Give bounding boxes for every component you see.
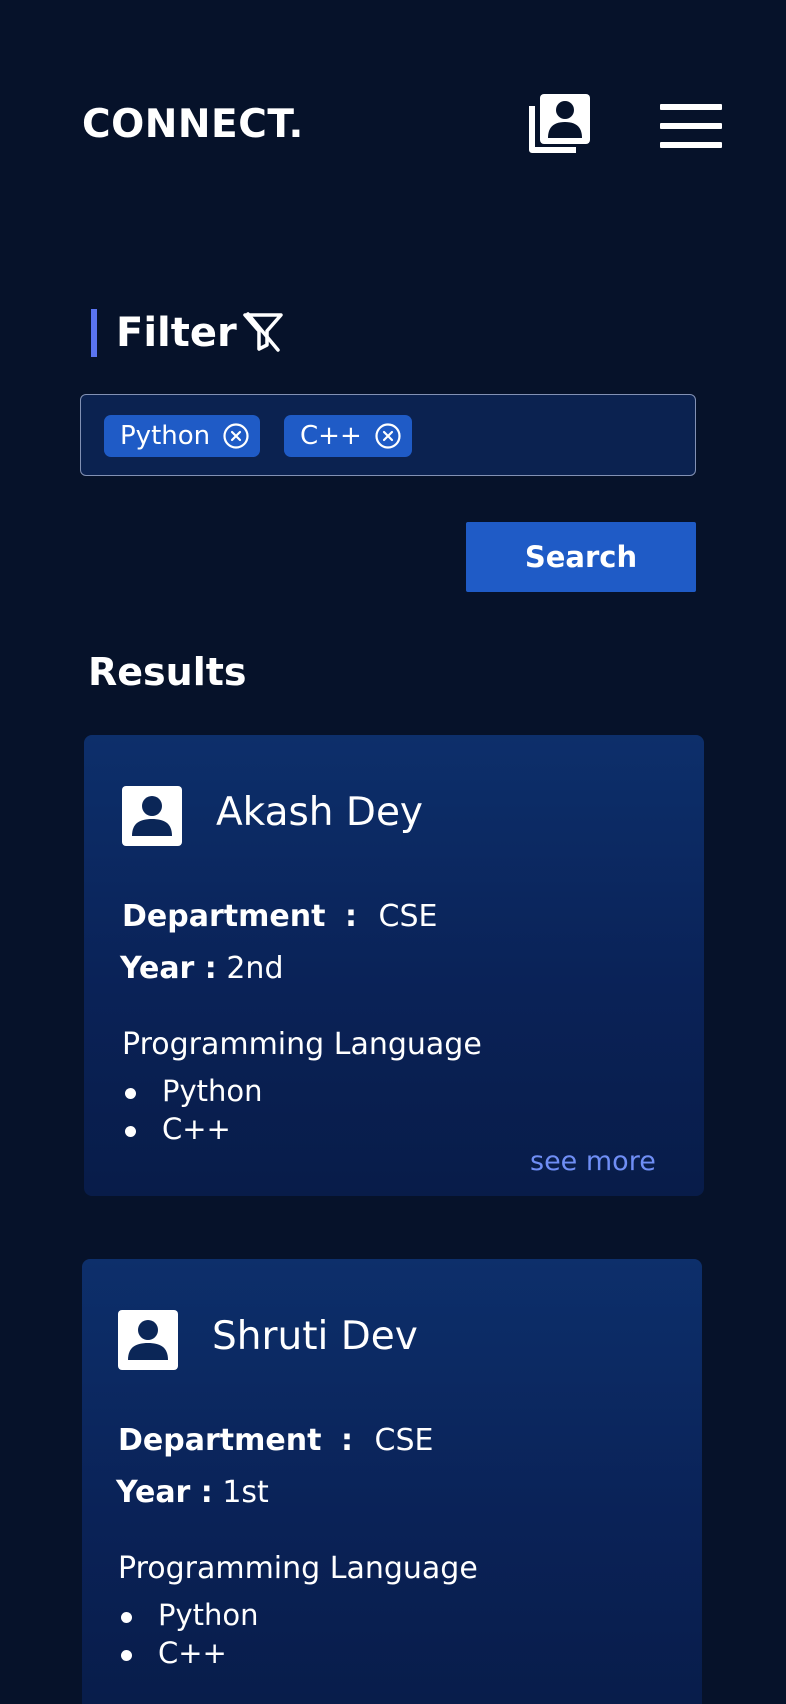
languages-heading: Programming Language xyxy=(118,1551,478,1586)
chip-label: C++ xyxy=(300,421,362,451)
year-label: Year : xyxy=(116,1475,213,1510)
department-row: Department : CSE xyxy=(118,1423,433,1458)
department-label: Department xyxy=(122,899,326,934)
page: CONNECT. Filter Python C++ Search Result… xyxy=(0,0,786,1704)
hamburger-menu-button[interactable] xyxy=(660,104,722,148)
user-avatar-icon xyxy=(118,1310,178,1370)
language-item: Python xyxy=(120,1072,263,1110)
results-title: Results xyxy=(88,650,247,694)
result-card[interactable]: Shruti Dev Department : CSE Year : 1st P… xyxy=(82,1259,702,1704)
department-row: Department : CSE xyxy=(122,899,437,934)
result-card[interactable]: Akash Dey Department : CSE Year : 2nd Pr… xyxy=(84,735,704,1196)
filter-title: Filter xyxy=(116,310,237,356)
year-row: Year : 1st xyxy=(116,1475,269,1510)
department-separator: : xyxy=(340,1423,353,1458)
close-circle-icon[interactable] xyxy=(222,422,250,450)
student-name: Akash Dey xyxy=(216,790,424,835)
department-value: CSE xyxy=(374,1423,434,1458)
filter-accent-bar xyxy=(91,309,97,357)
search-button[interactable]: Search xyxy=(466,522,696,592)
department-label: Department xyxy=(118,1423,322,1458)
user-avatar-icon xyxy=(122,786,182,846)
menu-line xyxy=(660,123,722,129)
language-item: C++ xyxy=(120,1110,263,1148)
languages-heading: Programming Language xyxy=(122,1027,482,1062)
chip-label: Python xyxy=(120,421,211,451)
close-circle-icon[interactable] xyxy=(374,422,402,450)
year-row: Year : 2nd xyxy=(120,951,284,986)
student-name: Shruti Dev xyxy=(212,1314,418,1359)
languages-list: Python C++ xyxy=(116,1596,259,1672)
skill-chip-input[interactable]: Python C++ xyxy=(80,394,696,476)
languages-list: Python C++ xyxy=(120,1072,263,1148)
see-more-link[interactable]: see more xyxy=(530,1146,656,1177)
chip-python[interactable]: Python xyxy=(104,415,261,457)
filter-icon[interactable] xyxy=(242,311,284,353)
contacts-button[interactable] xyxy=(528,92,592,156)
department-separator: : xyxy=(344,899,357,934)
app-logo[interactable]: CONNECT. xyxy=(82,102,304,147)
chip-cpp[interactable]: C++ xyxy=(284,415,412,457)
menu-line xyxy=(660,104,722,110)
language-item: C++ xyxy=(116,1634,259,1672)
year-value: 2nd xyxy=(226,951,284,986)
menu-line xyxy=(660,142,722,148)
year-value: 1st xyxy=(222,1475,269,1510)
year-label: Year : xyxy=(120,951,217,986)
department-value: CSE xyxy=(378,899,438,934)
contact-book-icon xyxy=(529,94,590,153)
language-item: Python xyxy=(116,1596,259,1634)
